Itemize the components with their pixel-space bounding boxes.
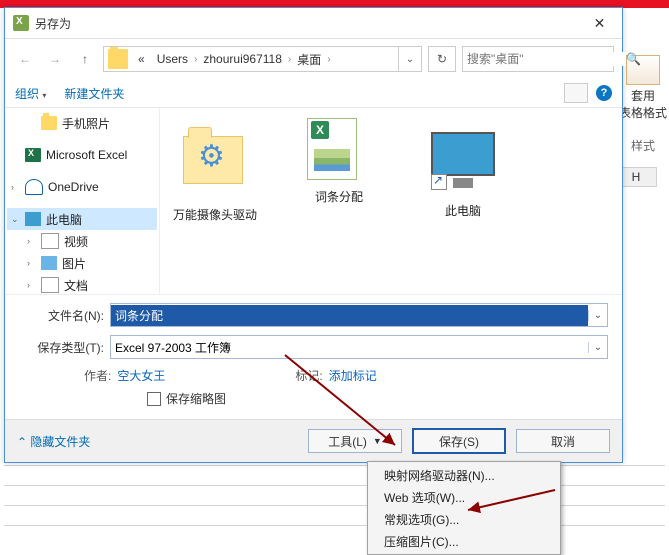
tree-pictures[interactable]: ›图片 — [7, 252, 157, 274]
crumb-user[interactable]: zhourui967118 — [197, 52, 288, 66]
tree-phone-photos[interactable]: 手机照片 — [7, 112, 157, 134]
nav-forward-button[interactable]: → — [43, 47, 67, 71]
pc-icon — [25, 212, 41, 226]
folder-icon — [41, 116, 57, 130]
close-button[interactable]: ✕ — [577, 9, 622, 37]
chevron-right-icon: › — [327, 54, 330, 65]
nav-up-button[interactable]: ↑ — [73, 47, 97, 71]
new-folder-button[interactable]: 新建文件夹 — [64, 85, 124, 102]
tree-this-pc[interactable]: ⌄此电脑 — [7, 208, 157, 230]
video-icon — [41, 233, 59, 249]
file-list: 万能摄像头驱动 词条分配 此电脑 — [160, 108, 622, 294]
cancel-button[interactable]: 取消 — [516, 429, 610, 453]
nav-back-button[interactable]: ← — [13, 47, 37, 71]
organize-button[interactable]: 组织 ▾ — [15, 85, 46, 102]
filetype-select[interactable]: Excel 97-2003 工作簿 ⌄ — [110, 335, 608, 359]
cloud-icon — [25, 179, 43, 195]
pc-monitor-icon — [431, 132, 495, 176]
dropdown-icon[interactable]: ⌄ — [588, 310, 607, 321]
menu-general-options[interactable]: 常规选项(G)... — [370, 508, 558, 530]
crumb-prefix: « — [132, 52, 151, 66]
ribbon-style-apply[interactable]: 套用 — [619, 87, 667, 104]
menu-web-options[interactable]: Web 选项(W)... — [370, 486, 558, 508]
hide-folders-button[interactable]: 隐藏文件夹 — [17, 433, 90, 450]
help-button[interactable]: ? — [596, 85, 612, 101]
folder-icon — [108, 49, 128, 69]
dropdown-icon[interactable]: ⌄ — [588, 342, 607, 353]
tree-onedrive[interactable]: ›OneDrive — [7, 176, 157, 198]
excel-file-icon — [307, 118, 357, 180]
view-options-button[interactable] — [564, 83, 588, 103]
tree-videos[interactable]: ›视频 — [7, 230, 157, 252]
breadcrumb[interactable]: « Users › zhourui967118 › 桌面 › ⌄ — [103, 46, 422, 72]
crumb-desktop[interactable]: 桌面 — [291, 51, 327, 68]
tree-ms-excel[interactable]: Microsoft Excel — [7, 144, 157, 166]
folder-gear-icon — [183, 136, 243, 184]
file-entry-alloc[interactable]: 词条分配 — [294, 118, 384, 205]
search-input[interactable] — [463, 52, 626, 66]
folder-tree: 手机照片 Microsoft Excel ›OneDrive ⌄此电脑 ›视频 … — [5, 108, 160, 294]
author-value[interactable]: 空大女王 — [117, 369, 165, 383]
tags-value[interactable]: 添加标记 — [329, 369, 377, 383]
ribbon-table-format[interactable]: 表格格式 — [619, 104, 667, 121]
tools-dropdown: 映射网络驱动器(N)... Web 选项(W)... 常规选项(G)... 压缩… — [367, 461, 561, 555]
thumbnail-label: 保存缩略图 — [166, 390, 226, 407]
tree-documents[interactable]: ›文档 — [7, 274, 157, 294]
menu-map-network-drive[interactable]: 映射网络驱动器(N)... — [370, 464, 558, 486]
menu-compress-pictures[interactable]: 压缩图片(C)... — [370, 530, 558, 552]
path-dropdown-button[interactable]: ⌄ — [398, 47, 421, 71]
crumb-users[interactable]: Users — [151, 52, 194, 66]
chevron-down-icon: ▼ — [373, 436, 382, 446]
author-label: 作者: — [84, 369, 111, 383]
shortcut-icon — [431, 174, 447, 190]
search-icon: 🔍 — [626, 52, 641, 66]
file-this-pc[interactable]: 此电脑 — [418, 118, 508, 219]
picture-icon — [41, 256, 57, 270]
document-icon — [41, 277, 59, 293]
refresh-button[interactable]: ↻ — [428, 46, 456, 72]
dialog-title: 另存为 — [35, 15, 577, 32]
save-as-dialog: 另存为 ✕ ← → ↑ « Users › zhourui967118 › 桌面… — [4, 7, 623, 463]
save-button[interactable]: 保存(S) — [412, 428, 506, 454]
excel-app-icon — [13, 15, 29, 31]
filetype-label: 保存类型(T): — [19, 339, 104, 356]
search-box[interactable]: 🔍 — [462, 46, 614, 72]
excel-icon — [25, 148, 41, 162]
ribbon-styles-group: 样式 — [619, 137, 667, 154]
file-camera-driver[interactable]: 万能摄像头驱动 — [170, 118, 260, 223]
filename-input[interactable]: 词条分配 ⌄ — [110, 303, 608, 327]
filename-label: 文件名(N): — [19, 307, 104, 324]
thumbnail-checkbox[interactable] — [147, 392, 161, 406]
tags-label: 标记: — [295, 369, 322, 383]
tools-button[interactable]: 工具(L)▼ — [308, 429, 402, 453]
